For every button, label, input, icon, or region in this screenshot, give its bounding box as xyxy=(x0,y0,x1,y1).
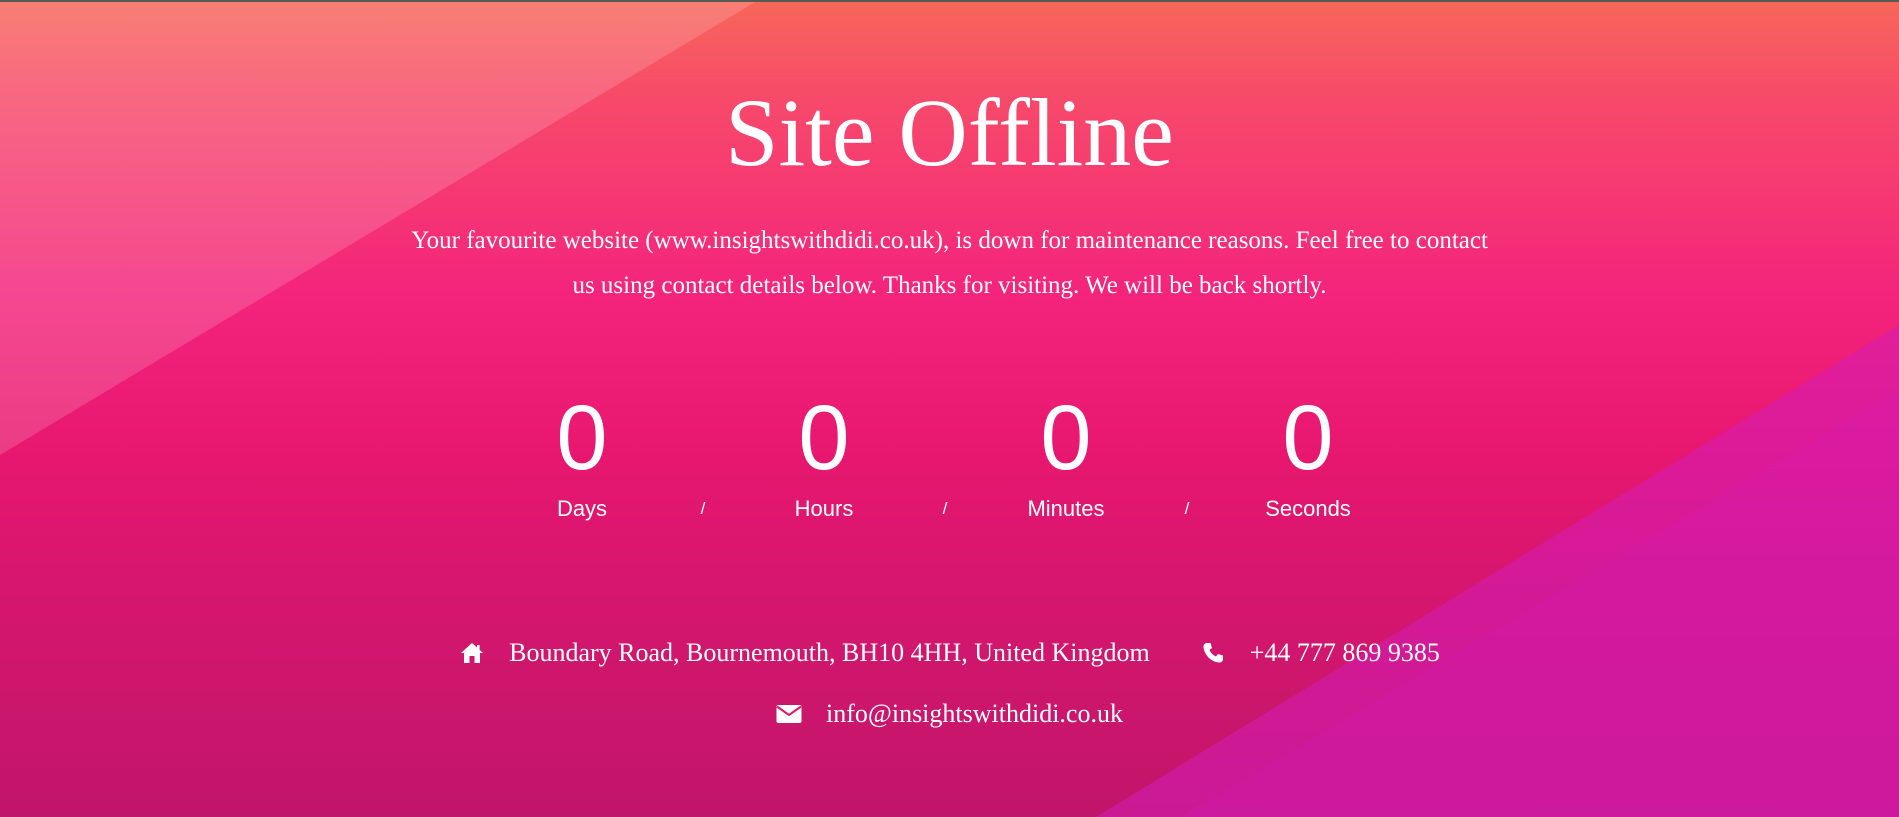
days-value: 0 xyxy=(556,387,608,489)
seconds-label: Seconds xyxy=(1265,496,1351,521)
seconds-value: 0 xyxy=(1282,387,1334,489)
hours-value: 0 xyxy=(798,387,850,489)
countdown-separator: / xyxy=(1184,499,1190,518)
maintenance-page: Site Offline Your favourite website (www… xyxy=(0,0,1899,817)
hours-label: Hours xyxy=(794,496,854,521)
countdown-seconds: 0 Seconds xyxy=(1208,388,1408,524)
countdown-separator: / xyxy=(942,499,948,518)
maintenance-message: Your favourite website (www.insightswith… xyxy=(411,227,1488,299)
page-title: Site Offline xyxy=(725,79,1174,186)
envelope-icon xyxy=(776,701,802,727)
contact-email[interactable]: info@insightswithdidi.co.uk xyxy=(776,697,1123,731)
contact-row-email: info@insightswithdidi.co.uk xyxy=(0,697,1899,731)
countdown-days: 0 Days xyxy=(482,388,682,524)
home-icon xyxy=(459,640,485,666)
contact-address: Boundary Road, Bournemouth, BH10 4HH, Un… xyxy=(459,636,1150,670)
phone-icon xyxy=(1200,640,1226,666)
email-text[interactable]: info@insightswithdidi.co.uk xyxy=(826,697,1123,731)
contact-phone[interactable]: +44 777 869 9385 xyxy=(1200,636,1440,670)
minutes-value: 0 xyxy=(1040,387,1092,489)
phone-text[interactable]: +44 777 869 9385 xyxy=(1250,636,1440,670)
countdown-minutes: 0 Minutes xyxy=(966,388,1166,524)
countdown: 0 Days / 0 Hours / 0 Minutes / 0 Seconds xyxy=(0,388,1899,528)
minutes-label: Minutes xyxy=(1027,496,1105,521)
countdown-separator: / xyxy=(700,499,706,518)
address-text: Boundary Road, Bournemouth, BH10 4HH, Un… xyxy=(509,638,1150,667)
countdown-hours: 0 Hours xyxy=(724,388,924,524)
contact-row-address-phone: Boundary Road, Bournemouth, BH10 4HH, Un… xyxy=(0,636,1899,670)
days-label: Days xyxy=(556,496,608,521)
